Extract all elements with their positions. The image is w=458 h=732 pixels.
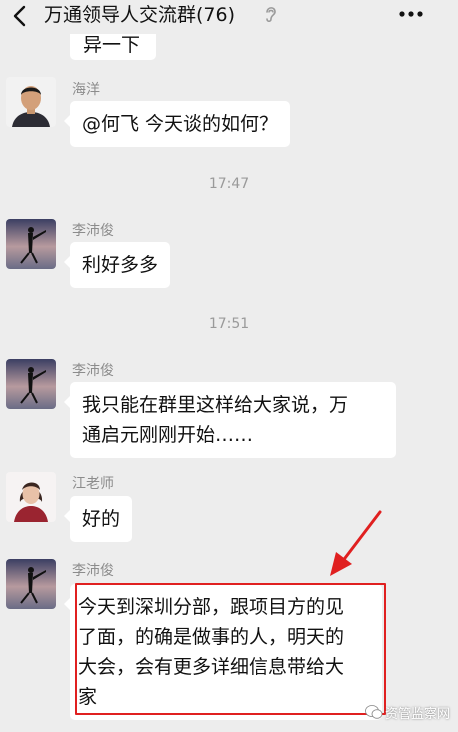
timestamp: 17:47 <box>208 176 250 192</box>
watermark-text: 资管监察网 <box>385 707 451 722</box>
message-bubble[interactable]: 利好多多 <box>63 242 171 288</box>
sender-name: 李沛俊 <box>72 363 114 379</box>
avatar[interactable] <box>6 219 56 269</box>
more-dots-icon[interactable] <box>396 4 426 24</box>
sender-name: 李沛俊 <box>72 223 114 239</box>
sender-name: 李沛俊 <box>72 563 114 579</box>
message-bubble[interactable]: 好的 <box>63 496 133 542</box>
message-text: @何飞 今天谈的如何？ <box>82 113 279 135</box>
chat-header: 万通领导人交流群(76) <box>0 0 458 34</box>
message-text: 利好多多 <box>82 254 159 276</box>
timestamp: 17:51 <box>208 316 250 332</box>
message-text: 异一下 <box>83 34 141 56</box>
highlight-box <box>75 583 386 715</box>
chat-screen: 万通领导人交流群(76) 异一下 海洋 @何飞 今天谈的如何？ 17:47 李沛… <box>0 0 458 732</box>
avatar[interactable] <box>6 559 56 609</box>
avatar[interactable] <box>6 77 56 127</box>
sender-name: 海洋 <box>72 82 100 98</box>
avatar[interactable] <box>6 359 56 409</box>
watermark: 资管监察网 <box>365 700 455 724</box>
message-bubble[interactable]: 我只能在群里这样给大家说，万 通启元刚刚开始…… <box>64 382 396 458</box>
message-text-line: 我只能在群里这样给大家说，万 <box>82 394 349 416</box>
message-bubble[interactable]: @何飞 今天谈的如何？ <box>63 101 291 147</box>
ear-icon <box>266 7 276 23</box>
chevron-left-icon[interactable] <box>8 3 34 29</box>
wechat-logo-icon <box>365 705 383 719</box>
message-text: 好的 <box>82 508 121 530</box>
avatar[interactable] <box>6 472 56 522</box>
sender-name: 江老师 <box>72 476 114 492</box>
chat-title: 万通领导人交流群(76) <box>44 4 236 26</box>
message-text-line: 通启元刚刚开始…… <box>82 424 254 446</box>
arrow-icon <box>330 510 382 576</box>
